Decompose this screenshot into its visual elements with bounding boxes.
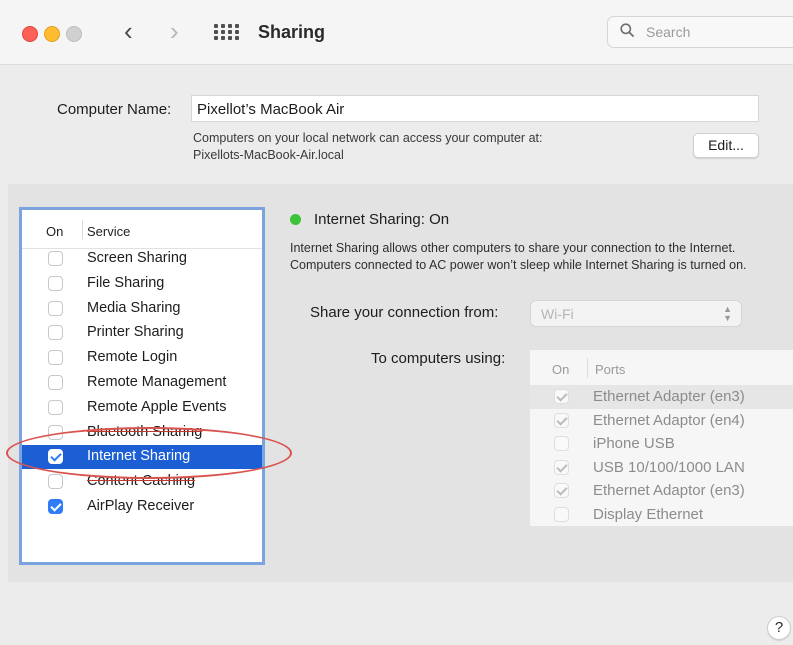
service-row[interactable]: Content Caching — [22, 470, 262, 494]
service-list-header: On Service — [22, 210, 262, 249]
computer-name-section — [0, 65, 793, 183]
share-from-label: Share your connection from: — [310, 304, 499, 321]
ports-list: On Ports Ethernet Adapter (en3) Ethernet … — [530, 350, 793, 526]
service-label: File Sharing — [87, 274, 165, 291]
column-divider — [587, 358, 588, 378]
to-computers-label: To computers using: — [371, 350, 506, 367]
minimize-window-button[interactable] — [44, 26, 60, 42]
port-checkbox[interactable] — [554, 459, 569, 475]
service-label: Remote Apple Events — [87, 398, 227, 415]
sharing-window: ‹ › Sharing Computer Name: Pixellot’s Ma… — [0, 0, 793, 645]
service-row[interactable]: Screen Sharing — [22, 247, 262, 271]
close-window-button[interactable] — [22, 26, 38, 42]
service-row[interactable]: Bluetooth Sharing — [22, 421, 262, 445]
share-from-value: Wi-Fi — [541, 306, 574, 322]
port-label: Ethernet Adaptor (en4) — [593, 411, 745, 429]
on-column-header[interactable]: On — [46, 224, 63, 239]
search-icon — [620, 23, 634, 37]
service-row[interactable]: Remote Apple Events — [22, 396, 262, 420]
service-row[interactable]: Printer Sharing — [22, 321, 262, 345]
ports-list-header: On Ports — [530, 350, 793, 384]
show-all-grid-icon[interactable] — [214, 24, 239, 41]
port-checkbox[interactable] — [554, 483, 569, 498]
service-checkbox[interactable] — [48, 399, 63, 415]
service-row[interactable]: Media Sharing — [22, 297, 262, 321]
service-label: Remote Login — [87, 349, 178, 366]
service-list: On Service Screen Sharing File Sharing Med… — [19, 207, 265, 565]
service-label: Bluetooth Sharing — [87, 423, 203, 440]
port-label: Ethernet Adapter (en3) — [593, 388, 745, 405]
window-title: Sharing — [258, 22, 326, 42]
service-label: Printer Sharing — [87, 324, 184, 341]
port-checkbox[interactable] — [554, 412, 569, 428]
ports-on-column-header: On — [552, 362, 570, 377]
service-description: Internet Sharing allows other computers … — [290, 241, 747, 272]
port-row[interactable]: Ethernet Adaptor (en4) — [530, 409, 793, 433]
service-checkbox[interactable] — [48, 375, 63, 390]
up-down-chevron-icon: ▲ ▼ — [723, 304, 732, 323]
service-row[interactable]: File Sharing — [22, 272, 262, 296]
service-checkbox[interactable] — [48, 449, 63, 465]
status-indicator-icon — [290, 214, 301, 225]
port-row[interactable]: Ethernet Adaptor (en3) — [530, 479, 793, 503]
service-column-header[interactable]: Service — [87, 224, 130, 239]
search-input[interactable] — [644, 23, 788, 41]
port-row[interactable]: USB 10/100/1000 LAN — [530, 456, 793, 480]
edit-button[interactable]: Edit... — [693, 133, 759, 158]
port-checkbox[interactable] — [554, 436, 569, 451]
help-button[interactable]: ? — [767, 616, 791, 640]
service-checkbox[interactable] — [48, 474, 63, 490]
port-row[interactable]: Ethernet Adapter (en3) — [530, 385, 793, 409]
toolbar: ‹ › Sharing — [0, 0, 793, 65]
column-divider — [82, 220, 83, 240]
search-field[interactable] — [607, 16, 793, 48]
service-row[interactable]: Internet Sharing — [22, 445, 262, 470]
service-label: Content Caching — [87, 473, 196, 490]
service-row[interactable]: AirPlay Receiver — [22, 495, 262, 519]
network-address-line1: Computers on your local network can acce… — [193, 131, 543, 145]
port-label: iPhone USB — [593, 435, 675, 452]
service-label: Screen Sharing — [87, 250, 187, 266]
port-row[interactable]: Display Ethernet — [530, 503, 793, 527]
port-label: Ethernet Adaptor (en3) — [593, 482, 745, 499]
service-row[interactable]: Remote Management — [22, 371, 262, 395]
port-checkbox[interactable] — [554, 389, 569, 404]
network-address-hostname: Pixellots-MacBook-Air.local — [193, 148, 344, 162]
service-checkbox[interactable] — [48, 300, 63, 316]
computer-name-label: Computer Name: — [57, 101, 172, 118]
computer-name-field[interactable]: Pixellot’s MacBook Air — [191, 95, 759, 122]
share-from-select[interactable]: Wi-Fi ▲ ▼ — [530, 300, 742, 327]
service-checkbox[interactable] — [48, 499, 63, 514]
service-checkbox[interactable] — [48, 424, 63, 440]
ports-column-header: Ports — [595, 362, 626, 377]
service-status-title: Internet Sharing: On — [314, 211, 450, 228]
service-label: Media Sharing — [87, 299, 181, 316]
service-checkbox[interactable] — [48, 325, 63, 341]
service-label: Remote Management — [87, 374, 227, 390]
zoom-window-button[interactable] — [66, 26, 82, 42]
service-label: Internet Sharing — [87, 448, 191, 465]
port-checkbox[interactable] — [554, 506, 569, 522]
back-button[interactable]: ‹ — [124, 16, 133, 46]
port-label: Display Ethernet — [593, 505, 704, 523]
port-row[interactable]: iPhone USB — [530, 432, 793, 456]
network-address-text: Computers on your local network can acce… — [193, 130, 542, 164]
service-row[interactable]: Remote Login — [22, 346, 262, 370]
service-checkbox[interactable] — [48, 350, 63, 366]
service-label: AirPlay Receiver — [87, 498, 195, 514]
port-label: USB 10/100/1000 LAN — [593, 458, 745, 476]
service-checkbox[interactable] — [48, 251, 63, 266]
service-checkbox[interactable] — [48, 275, 63, 291]
forward-button[interactable]: › — [170, 16, 179, 46]
